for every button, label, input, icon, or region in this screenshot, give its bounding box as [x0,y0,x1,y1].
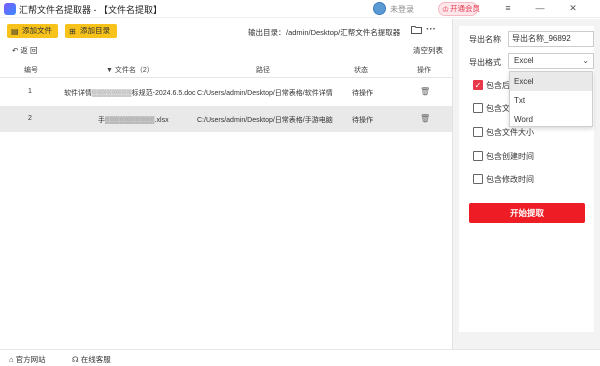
home-icon: ⌂ [9,355,16,364]
dropdown-option-txt[interactable]: Txt [510,91,592,110]
export-format-dropdown: Excel Txt Word [509,71,593,127]
minimize-icon[interactable]: — [534,3,546,13]
title-bar: 汇帮文件名提取器 - 【文件名提取】 未登录 ♔ 开通会员 ≡ — ✕ [0,0,600,18]
crown-icon: ♔ [442,5,450,14]
menu-icon[interactable]: ≡ [502,3,514,13]
checkbox-label: 包含修改时间 [486,175,534,184]
column-header-path[interactable]: 路径 [256,65,270,75]
clear-list-button[interactable]: 清空列表 [413,45,443,56]
official-website-label: 官方网站 [15,355,46,364]
output-dir-label: 输出目录： [248,28,286,37]
login-link[interactable]: 未登录 [390,4,414,15]
app-logo-icon [4,3,16,15]
row-filename: 软件详情▒▒▒▒▒▒▒▒标规范-2024.6.5.doc [64,90,196,97]
vip-button-label: 开通会员 [450,4,480,13]
back-label: 返 回 [20,46,38,55]
dropdown-option-excel[interactable]: Excel [510,72,592,91]
add-file-label: 添加文件 [22,26,52,35]
table-header: 编号 ▼ 文件名（2） 路径 状态 操作 [0,60,452,78]
column-header-filename-label: 文件名（2） [114,67,154,74]
close-icon[interactable]: ✕ [567,3,579,14]
export-format-label: 导出格式 [469,58,501,67]
checkbox-include-modified[interactable] [473,174,483,184]
output-dir-path[interactable]: /admin/Desktop/汇帮文件名提取器 [286,27,400,38]
export-name-label: 导出名称 [469,35,501,44]
row-filename: 手▒▒▒▒▒▒▒▒▒▒.xlsx [98,117,169,124]
column-header-actions: 操作 [417,67,431,74]
row-status: 待操作 [352,117,373,124]
add-file-button[interactable]: ▤ 添加文件 [7,24,58,38]
chevron-down-icon: ⌄ [582,56,589,65]
row-status: 待操作 [352,90,373,97]
online-service-link[interactable]: ☊ 在线客服 [72,354,111,365]
vip-button[interactable]: ♔ 开通会员 [438,2,480,16]
column-header-filename[interactable]: ▼ 文件名（2） [106,65,154,75]
add-directory-label: 添加目录 [80,26,110,35]
headset-icon: ☊ [72,355,81,364]
window-title: 汇帮文件名提取器 - 【文件名提取】 [19,5,162,15]
row-path: C:/Users/admin/Desktop/日常表格/软件详情 [197,90,333,97]
table-row[interactable]: 2 手▒▒▒▒▒▒▒▒▒▒.xlsx C:/Users/admin/Deskto… [0,106,452,132]
column-header-number[interactable]: 编号 [24,65,38,75]
export-format-value: Excel [514,56,534,65]
checkbox-label: 包含创建时间 [486,152,534,161]
checkbox-include-created[interactable] [473,151,483,161]
checkbox-include-folder[interactable] [473,103,483,113]
user-avatar-icon[interactable] [373,2,386,15]
export-format-select[interactable]: Excel ⌄ [508,53,594,69]
folder-icon[interactable] [411,25,422,36]
delete-icon[interactable]: 🗑 [420,114,430,123]
back-button[interactable]: ↶ 返 回 [12,45,37,56]
dropdown-option-word[interactable]: Word [510,110,592,129]
official-website-link[interactable]: ⌂ 官方网站 [9,354,46,365]
add-file-icon: ▤ [11,27,19,36]
checkbox-include-size[interactable] [473,127,483,137]
checkbox-include-suffix[interactable]: ✓ [473,80,483,90]
column-header-status[interactable]: 状态 [354,65,368,75]
start-extract-button[interactable]: 开始提取 [469,203,585,223]
table-row[interactable]: 1 软件详情▒▒▒▒▒▒▒▒标规范-2024.6.5.doc C:/Users/… [0,79,452,105]
row-number: 2 [28,115,32,122]
footer-bar: ⌂ 官方网站 ☊ 在线客服 [0,349,600,366]
export-name-input[interactable]: 导出名称_96892 [508,31,594,47]
row-path: C:/Users/admin/Desktop/日常表格/手游电脑 [197,117,333,124]
sort-desc-icon: ▼ [106,67,113,74]
more-options-icon[interactable]: ··· [426,24,436,35]
add-directory-button[interactable]: ⊞ 添加目录 [65,24,117,38]
add-folder-icon: ⊞ [69,27,76,36]
delete-icon[interactable]: 🗑 [420,87,430,96]
online-service-label: 在线客服 [80,355,111,364]
row-number: 1 [28,88,32,95]
